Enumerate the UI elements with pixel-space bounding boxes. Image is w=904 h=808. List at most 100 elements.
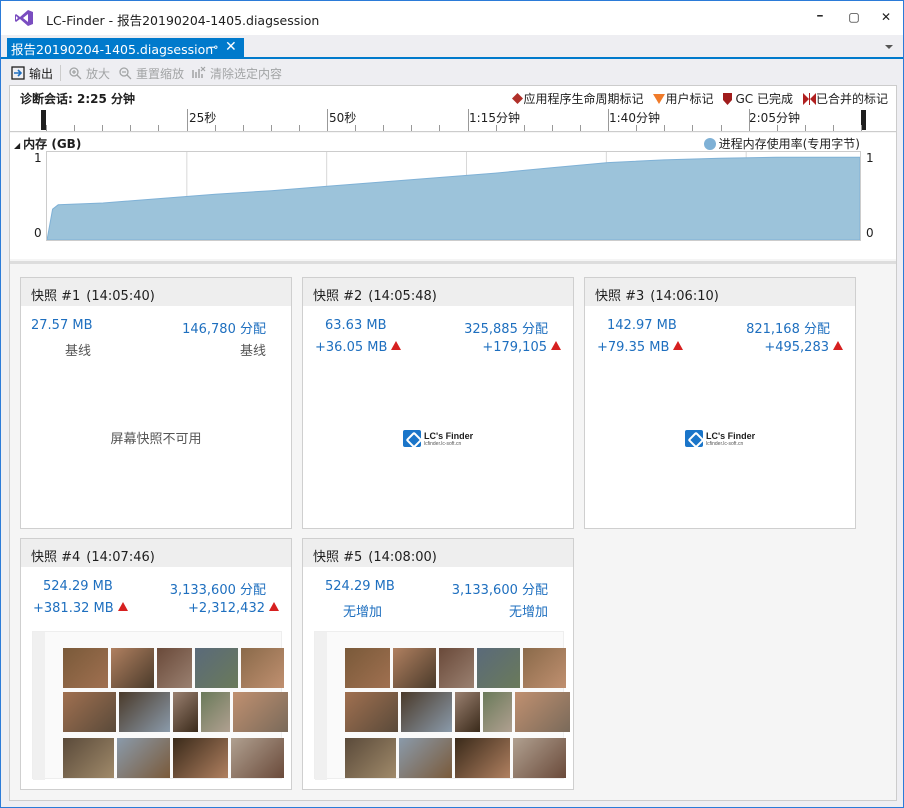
legend-merged-label: 已合并的标记 bbox=[815, 92, 888, 106]
screenshot-thumbnail[interactable]: LC's Finder lcfinder.lc-soft.cn bbox=[685, 430, 755, 447]
gc-marker-icon bbox=[723, 92, 733, 105]
increase-arrow-icon bbox=[673, 341, 684, 350]
visual-studio-icon bbox=[15, 10, 33, 26]
legend-merged[interactable]: 已合并的标记 bbox=[802, 90, 888, 107]
legend-lifecycle[interactable]: 应用程序生命周期标记 bbox=[512, 90, 643, 107]
photo-thumbnail bbox=[173, 692, 198, 732]
size-delta-label: 无增加 bbox=[343, 605, 383, 620]
reset-zoom-button[interactable]: 重置缩放 bbox=[114, 62, 188, 84]
snapshot-time: (14:05:40) bbox=[86, 289, 155, 304]
snapshot-card: 快照 #5 (14:08:00) 524.29 MB 3,133,600 分配 无增加 无… bbox=[302, 538, 574, 790]
allocs-delta-label: 无增加 bbox=[508, 605, 548, 620]
output-label: 输出 bbox=[29, 66, 54, 81]
legend-gc-label: GC 已完成 bbox=[735, 92, 793, 106]
snapshot-size-delta: 基线 bbox=[65, 340, 91, 359]
zoom-in-button[interactable]: 放大 bbox=[64, 62, 114, 84]
memory-title[interactable]: ◢ 内存 (GB) bbox=[14, 135, 81, 152]
screenshot-thumbnail[interactable] bbox=[314, 631, 570, 780]
snapshot-size-delta[interactable]: +79.35 MB bbox=[597, 340, 684, 355]
photo-thumbnail bbox=[513, 738, 566, 778]
ruler-tick bbox=[832, 125, 834, 131]
snapshot-allocs-delta[interactable]: +2,312,432 bbox=[188, 601, 279, 616]
memory-chart[interactable] bbox=[46, 151, 861, 241]
merged-marker-icon bbox=[802, 92, 816, 105]
toolbar-separator bbox=[60, 65, 62, 81]
diagnostics-content: 诊断会话: 2:25 分钟 应用程序生命周期标记 用户标记 GC 已完成 已合并… bbox=[9, 85, 897, 801]
snapshot-size-link[interactable]: 524.29 MB bbox=[325, 579, 395, 594]
ruler-tick bbox=[580, 125, 581, 131]
photo-thumbnail bbox=[157, 648, 192, 688]
logo-subtitle: lcfinder.lc-soft.cn bbox=[424, 440, 462, 447]
snapshot-size-link[interactable]: 142.97 MB bbox=[607, 318, 677, 333]
snapshot-size-delta[interactable]: +381.32 MB bbox=[33, 601, 128, 616]
tab-overflow-icon[interactable] bbox=[885, 45, 893, 49]
collapse-triangle-icon[interactable]: ◢ bbox=[14, 141, 20, 150]
snapshot-time: (14:05:48) bbox=[368, 289, 437, 304]
snapshot-allocs-link[interactable]: 3,133,600 分配 bbox=[170, 579, 266, 598]
legend-lifecycle-label: 应用程序生命周期标记 bbox=[523, 92, 644, 106]
snapshot-size-link[interactable]: 63.63 MB bbox=[325, 318, 386, 333]
memory-graph-section: ◢ 内存 (GB) 进程内存使用率(专用字节) 1 0 1 0 bbox=[10, 133, 896, 259]
allocs-delta-label: +495,283 bbox=[764, 340, 829, 355]
minimize-button[interactable]: ━ bbox=[809, 6, 831, 28]
memory-legend: 进程内存使用率(专用字节) bbox=[703, 135, 860, 152]
legend-user[interactable]: 用户标记 bbox=[653, 90, 713, 107]
legend-gc[interactable]: GC 已完成 bbox=[723, 90, 793, 107]
ruler-tick bbox=[186, 109, 188, 131]
snapshot-allocs-link[interactable]: 821,168 分配 bbox=[746, 318, 830, 337]
close-window-button[interactable]: ✕ bbox=[875, 6, 897, 28]
output-button[interactable]: 输出 bbox=[7, 62, 57, 84]
maximize-button[interactable]: ▢ bbox=[843, 6, 865, 28]
snapshot-allocs-link[interactable]: 3,133,600 分配 bbox=[452, 579, 548, 598]
photo-thumbnail bbox=[231, 738, 284, 778]
ruler-tick bbox=[467, 109, 469, 131]
photo-thumbnail bbox=[439, 648, 474, 688]
reset-zoom-icon bbox=[119, 67, 132, 80]
photo-thumbnail bbox=[477, 648, 520, 688]
diamond-marker-icon bbox=[512, 93, 524, 104]
pin-icon[interactable]: ⊸ bbox=[208, 40, 218, 54]
y-axis-min-right: 0 bbox=[866, 226, 874, 240]
photo-thumbnail bbox=[63, 738, 114, 778]
lc-finder-logo-icon bbox=[685, 430, 703, 447]
snapshot-size-link[interactable]: 524.29 MB bbox=[43, 579, 113, 594]
snapshot-size-delta[interactable]: 无增加 bbox=[343, 601, 382, 620]
ruler-tick bbox=[74, 125, 76, 131]
allocs-delta-label: +2,312,432 bbox=[187, 601, 265, 616]
screenshot-thumbnail[interactable]: LC's Finder lcfinder.lc-soft.cn bbox=[403, 430, 473, 447]
snapshot-card: 快照 #1 (14:05:40) 27.57 MB 146,780 分配 基线 基线 屏幕快… bbox=[20, 277, 292, 529]
ruler-tick bbox=[383, 125, 385, 131]
tab-close-icon[interactable]: ✕ bbox=[225, 39, 237, 55]
photo-thumbnail bbox=[173, 738, 228, 778]
ruler-tick bbox=[861, 125, 862, 131]
photo-thumbnail bbox=[345, 648, 390, 688]
clear-selection-button[interactable]: 清除选定内容 bbox=[188, 62, 286, 84]
photo-thumbnail bbox=[515, 692, 570, 732]
snapshot-size-delta[interactable]: +36.05 MB bbox=[315, 340, 402, 355]
snapshot-name: 快照 #5 bbox=[313, 550, 363, 565]
lc-finder-logo-icon bbox=[403, 430, 421, 447]
close-icon: ✕ bbox=[880, 10, 892, 24]
snapshot-header: 快照 #3 (14:06:10) bbox=[585, 278, 855, 306]
session-duration: 诊断会话: 2:25 分钟 bbox=[20, 92, 136, 106]
toolbar: 输出 放大 重置缩放 清除选定内容 bbox=[7, 61, 897, 85]
snapshot-allocs-link[interactable]: 325,885 分配 bbox=[464, 318, 548, 337]
screenshot-thumbnail[interactable] bbox=[32, 631, 288, 780]
photo-thumbnail bbox=[399, 738, 452, 778]
zoom-in-icon bbox=[69, 67, 82, 80]
photo-thumbnail bbox=[455, 738, 510, 778]
photo-thumbnail bbox=[63, 692, 116, 732]
clear-selection-icon bbox=[192, 66, 206, 78]
snapshot-allocs-delta[interactable]: 无增加 bbox=[509, 601, 548, 620]
snapshot-allocs-delta[interactable]: +495,283 bbox=[764, 340, 843, 355]
y-axis-max-left: 1 bbox=[34, 151, 42, 165]
snapshot-allocs-delta[interactable]: +179,105 bbox=[482, 340, 561, 355]
photo-thumbnail bbox=[201, 692, 230, 732]
increase-arrow-icon bbox=[551, 341, 561, 350]
increase-arrow-icon bbox=[117, 602, 128, 611]
time-ruler[interactable]: 25秒 50秒 1:15分钟 1:40分钟 2:05分钟 bbox=[10, 108, 896, 132]
snapshot-allocs-link[interactable]: 146,780 分配 bbox=[182, 318, 266, 337]
reset-zoom-label: 重置缩放 bbox=[136, 66, 185, 81]
snapshot-size-link[interactable]: 27.57 MB bbox=[31, 318, 92, 333]
tab-diagsession[interactable]: 报告20190204-1405.diagsession ⊸ ✕ bbox=[7, 38, 244, 59]
